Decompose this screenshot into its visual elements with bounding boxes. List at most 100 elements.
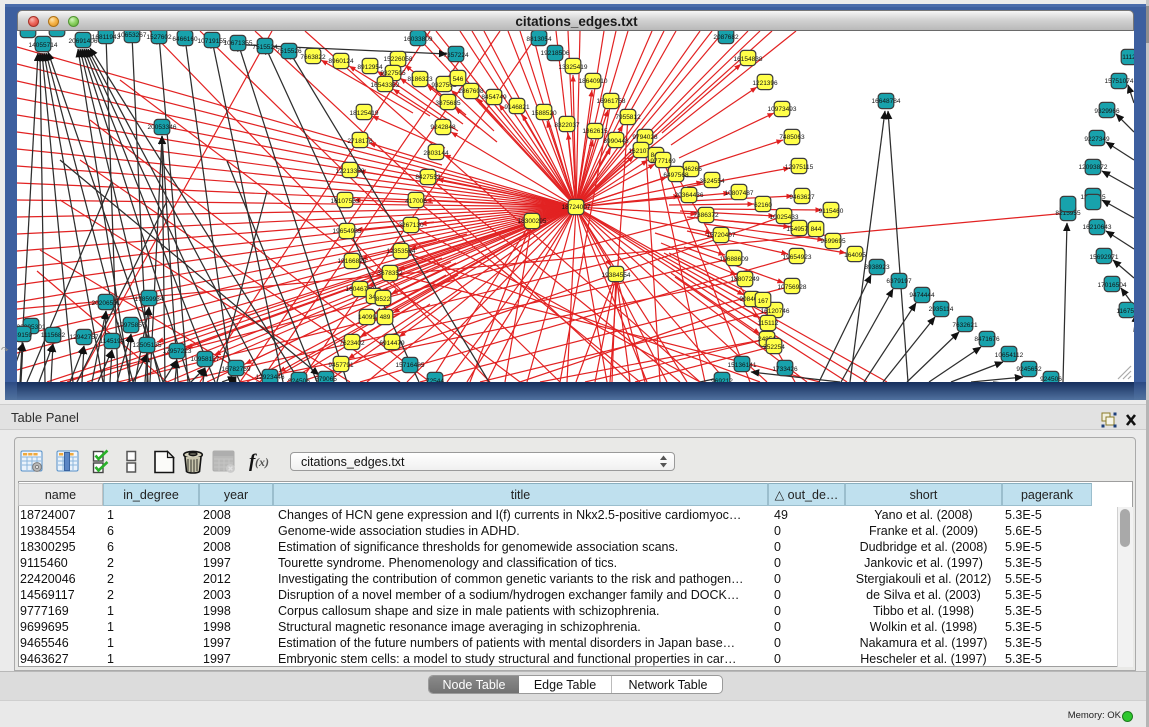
svg-text:9457791: 9457791: [328, 362, 354, 369]
svg-text:13325419: 13325419: [559, 64, 588, 71]
svg-text:8813054: 8813054: [526, 36, 552, 43]
svg-text:9794028: 9794028: [632, 134, 658, 141]
svg-text:1527602: 1527602: [146, 34, 172, 41]
svg-text:7663822: 7663822: [300, 54, 326, 61]
svg-text:14055714: 14055714: [29, 42, 58, 49]
svg-text:10975857: 10975857: [117, 322, 146, 329]
svg-text:18807249: 18807249: [731, 276, 760, 283]
svg-text:8990448: 8990448: [603, 138, 629, 145]
svg-text:6497568: 6497568: [663, 172, 689, 179]
svg-text:2718176: 2718176: [347, 138, 373, 145]
svg-text:6379197: 6379197: [886, 278, 912, 285]
svg-text:9474444: 9474444: [909, 292, 935, 299]
svg-text:15226058: 15226058: [384, 56, 413, 63]
svg-text:7955812: 7955812: [615, 114, 641, 121]
svg-text:39159: 39159: [17, 332, 32, 339]
svg-text:1115682: 1115682: [41, 332, 66, 339]
svg-text:62160: 62160: [754, 202, 772, 209]
svg-text:16648784: 16648784: [872, 98, 901, 105]
svg-text:16033809: 16033809: [404, 36, 433, 43]
svg-text:16782759: 16782759: [222, 366, 251, 373]
svg-text:12093872: 12093872: [1079, 164, 1108, 171]
svg-text:879065: 879065: [315, 376, 337, 382]
svg-text:6914479: 6914479: [379, 340, 405, 347]
svg-text:15720407: 15720407: [707, 232, 736, 239]
svg-text:16107553: 16107553: [331, 198, 360, 205]
svg-text:9245652: 9245652: [1016, 366, 1042, 373]
svg-text:9699695: 9699695: [820, 238, 846, 245]
svg-text:3624554: 3624554: [699, 178, 725, 185]
svg-text:1145194: 1145194: [100, 338, 125, 345]
svg-text:10756928: 10756928: [778, 284, 807, 291]
svg-text:16961758: 16961758: [597, 98, 626, 105]
svg-text:924506: 924506: [288, 378, 310, 382]
svg-text:8912954: 8912954: [357, 64, 383, 71]
svg-text:18125419: 18125419: [350, 110, 379, 117]
svg-text:9463627: 9463627: [789, 194, 815, 201]
svg-text:19166825: 19166825: [338, 258, 367, 265]
svg-text:844: 844: [811, 226, 822, 233]
svg-text:9329966: 9329966: [1094, 108, 1120, 115]
svg-text:16120746: 16120746: [761, 308, 790, 315]
svg-text:9115460: 9115460: [819, 208, 844, 215]
svg-text:7485063: 7485063: [779, 134, 805, 141]
svg-text:17957223: 17957223: [163, 348, 192, 355]
svg-text:19384554: 19384554: [602, 272, 631, 279]
svg-text:12505135: 12505135: [133, 342, 162, 349]
svg-text:7623402: 7623402: [339, 340, 365, 347]
svg-text:12923446: 12923446: [256, 374, 285, 381]
svg-text:16811943: 16811943: [92, 34, 121, 41]
svg-text:546: 546: [453, 76, 464, 83]
svg-text:14099: 14099: [358, 314, 376, 321]
svg-text:10653267: 10653267: [118, 32, 147, 39]
svg-text:8454749: 8454749: [481, 94, 507, 101]
svg-text:8522: 8522: [376, 296, 391, 303]
svg-text:12942757: 12942757: [70, 334, 99, 341]
svg-text:3267130: 3267130: [398, 222, 424, 229]
svg-text:17016504: 17016504: [1098, 282, 1127, 289]
svg-text:489: 489: [380, 314, 391, 321]
svg-text:10807487: 10807487: [725, 190, 754, 197]
svg-text:18300295: 18300295: [518, 218, 547, 225]
svg-text:2803144: 2803144: [423, 150, 449, 157]
svg-text:17859934: 17859934: [135, 296, 164, 303]
svg-text:15716485: 15716485: [396, 362, 425, 369]
svg-text:10688609: 10688609: [720, 256, 749, 263]
svg-text:8186323: 8186323: [407, 76, 433, 83]
svg-text:20206531: 20206531: [92, 300, 121, 307]
svg-text:116753: 116753: [1116, 308, 1134, 315]
svg-text:15692971: 15692971: [1090, 254, 1119, 261]
svg-text:18724007: 18724007: [562, 204, 591, 211]
svg-text:3875685: 3875685: [435, 100, 461, 107]
svg-text:20053346: 20053346: [148, 124, 177, 131]
svg-text:15751074: 15751074: [1105, 78, 1134, 85]
svg-text:19218506: 19218506: [541, 50, 570, 57]
svg-text:2867608: 2867608: [458, 88, 484, 95]
svg-text:19654985: 19654985: [333, 228, 362, 235]
svg-text:12353594: 12353594: [387, 248, 416, 255]
svg-text:1362615: 1362615: [582, 128, 608, 135]
svg-text:2087682: 2087682: [713, 34, 739, 41]
svg-text:9146821: 9146821: [504, 104, 530, 111]
svg-text:16543362: 16543362: [371, 82, 400, 89]
svg-text:8427552: 8427552: [415, 174, 441, 181]
svg-text:417006: 417006: [405, 198, 427, 205]
svg-text:72544: 72544: [426, 378, 444, 382]
svg-text:164095: 164095: [844, 252, 866, 259]
svg-text:115112: 115112: [758, 320, 779, 327]
svg-text:9777169: 9777169: [650, 158, 676, 165]
svg-text:6466160: 6466160: [172, 36, 198, 43]
svg-text:10973493: 10973493: [768, 106, 797, 113]
svg-text:12213369: 12213369: [336, 168, 365, 175]
svg-text:2935114: 2935114: [929, 306, 954, 313]
svg-text:9227349: 9227349: [1084, 136, 1110, 143]
svg-text:(x): (x): [255, 455, 269, 469]
svg-text:19654923: 19654923: [783, 254, 812, 261]
svg-text:167: 167: [758, 298, 769, 305]
svg-text:20364436: 20364436: [675, 192, 704, 199]
svg-text:924506: 924506: [1040, 376, 1062, 382]
svg-text:16210643: 16210643: [1083, 224, 1112, 231]
svg-text:7515526: 7515526: [276, 48, 302, 55]
svg-text:8471676: 8471676: [974, 336, 1000, 343]
svg-text:8938923: 8938923: [864, 264, 890, 271]
